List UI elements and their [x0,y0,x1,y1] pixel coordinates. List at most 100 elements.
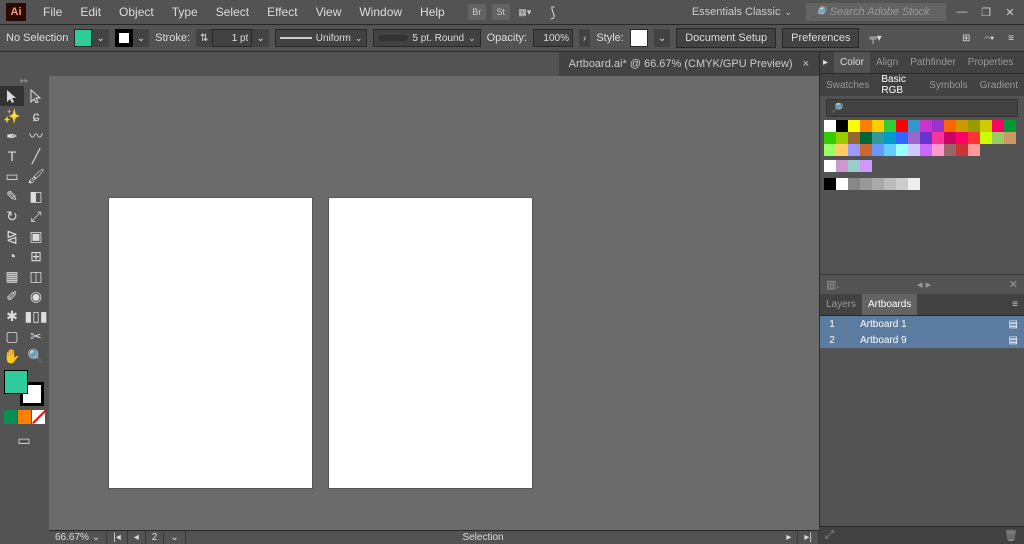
swatch[interactable] [824,160,836,172]
swatch[interactable] [896,132,908,144]
slice-tool[interactable]: ✂ [24,326,48,346]
shape-builder-tool[interactable]: ◔ [0,246,24,266]
none-mode[interactable] [32,410,45,424]
menu-edit[interactable]: Edit [71,5,110,19]
swatch[interactable] [848,160,860,172]
swatch[interactable] [896,144,908,156]
scale-tool[interactable]: ⤢ [24,206,48,226]
menu-help[interactable]: Help [411,5,454,19]
swatch[interactable] [872,132,884,144]
opacity-input[interactable] [533,29,573,47]
fill-swatch[interactable] [74,29,92,47]
menu-window[interactable]: Window [350,5,411,19]
canvas[interactable] [49,76,819,530]
swatch[interactable] [860,160,872,172]
tab-color[interactable]: Color [834,52,870,73]
swatch[interactable] [908,144,920,156]
align-to-icon[interactable]: ⊞ [958,29,974,47]
swatch-close-icon[interactable]: ✕ [1009,278,1018,291]
panel-menu-icon[interactable]: ≡ [1004,29,1018,47]
menu-select[interactable]: Select [207,5,258,19]
swatch[interactable] [860,144,872,156]
curvature-tool[interactable]: 〰 [24,126,48,146]
preferences-button[interactable]: Preferences [782,28,859,48]
graph-tool[interactable]: ▮▯▮ [24,306,48,326]
stroke-swatch[interactable] [115,29,133,47]
bridge-icon[interactable]: Br [468,4,486,20]
zoom-tool[interactable]: 🔍 [24,346,48,366]
opacity-dropdown[interactable]: › [579,29,590,47]
swatch[interactable] [956,144,968,156]
swatch[interactable] [944,132,956,144]
menu-file[interactable]: File [34,5,71,19]
grayscale-swatch[interactable] [836,178,848,190]
artboard-2[interactable] [329,198,532,488]
stock-icon[interactable]: St [492,4,510,20]
swatch[interactable] [884,120,896,132]
rectangle-tool[interactable]: ▭ [0,166,24,186]
grayscale-swatch[interactable] [848,178,860,190]
nav-last[interactable]: ▸| [798,531,819,544]
search-stock-input[interactable]: 🔎 Search Adobe Stock [806,3,946,21]
symbol-tool[interactable]: ✱ [0,306,24,326]
screen-mode-tool[interactable]: ▭ [0,430,48,450]
swatch[interactable] [932,144,944,156]
swatch[interactable] [944,120,956,132]
swatch[interactable] [836,144,848,156]
artboard-row[interactable]: 1 Artboard 1 ▤ [820,316,1024,332]
swatch[interactable] [920,132,932,144]
menu-type[interactable]: Type [163,5,207,19]
color-panel-menu-icon[interactable]: ≡ [1019,57,1024,68]
swatch[interactable] [1004,120,1016,132]
stroke-profile-select[interactable]: Uniform ⌄ [275,29,368,47]
menu-object[interactable]: Object [110,5,163,19]
swatch[interactable] [848,144,860,156]
grayscale-swatch[interactable] [824,178,836,190]
nav-play[interactable]: ▸ [780,531,798,544]
swatch[interactable] [908,120,920,132]
tab-basic-rgb[interactable]: Basic RGB [875,74,923,96]
swatch[interactable] [824,132,836,144]
swatch[interactable] [860,120,872,132]
color-mode[interactable] [4,410,17,424]
swatch[interactable] [884,144,896,156]
swatch-prev-icon[interactable]: ◂ [917,279,923,291]
document-tab-close[interactable]: × [803,58,809,70]
tab-gradient[interactable]: Gradient [974,74,1024,96]
stroke-weight-input[interactable] [212,29,252,47]
artboard-row[interactable]: 2 Artboard 9 ▤ [820,332,1024,348]
window-close[interactable]: ✕ [1002,5,1018,19]
swatch[interactable] [836,132,848,144]
swatch[interactable] [872,120,884,132]
swatch[interactable] [848,132,860,144]
nav-dropdown[interactable]: ⌄ [164,531,185,544]
swatch[interactable] [980,132,992,144]
window-restore[interactable]: ❐ [978,5,994,19]
artboard-1[interactable] [109,198,312,488]
perspective-tool[interactable]: ⊞ [24,246,48,266]
swatch[interactable] [968,144,980,156]
brush-select[interactable]: 5 pt. Round ⌄ [373,29,480,47]
document-tab[interactable]: Artboard.ai* @ 66.67% (CMYK/GPU Preview)… [559,52,819,76]
swatch[interactable] [920,144,932,156]
stroke-spinner[interactable]: ⇅ [196,29,212,47]
style-dropdown[interactable]: ⌄ [654,29,670,47]
artboard-tool[interactable]: ▢ [0,326,24,346]
lasso-tool[interactable]: ɕ [24,106,48,126]
swatch[interactable] [860,132,872,144]
tab-layers[interactable]: Layers [820,294,862,315]
fill-dropdown[interactable]: ⌄ [92,29,108,47]
eyedropper-tool[interactable]: ✐ [0,286,24,306]
mesh-tool[interactable]: ▦ [0,266,24,286]
blend-tool[interactable]: ◉ [24,286,48,306]
grayscale-swatch[interactable] [872,178,884,190]
swatch[interactable] [944,144,956,156]
style-swatch[interactable] [630,29,648,47]
swatch[interactable] [992,132,1004,144]
expand-icon[interactable]: ⤢ [825,529,834,542]
fill-stroke-indicator[interactable] [4,370,44,406]
swatch[interactable] [920,120,932,132]
selection-tool[interactable] [0,86,24,106]
menu-view[interactable]: View [307,5,351,19]
menu-effect[interactable]: Effect [258,5,306,19]
